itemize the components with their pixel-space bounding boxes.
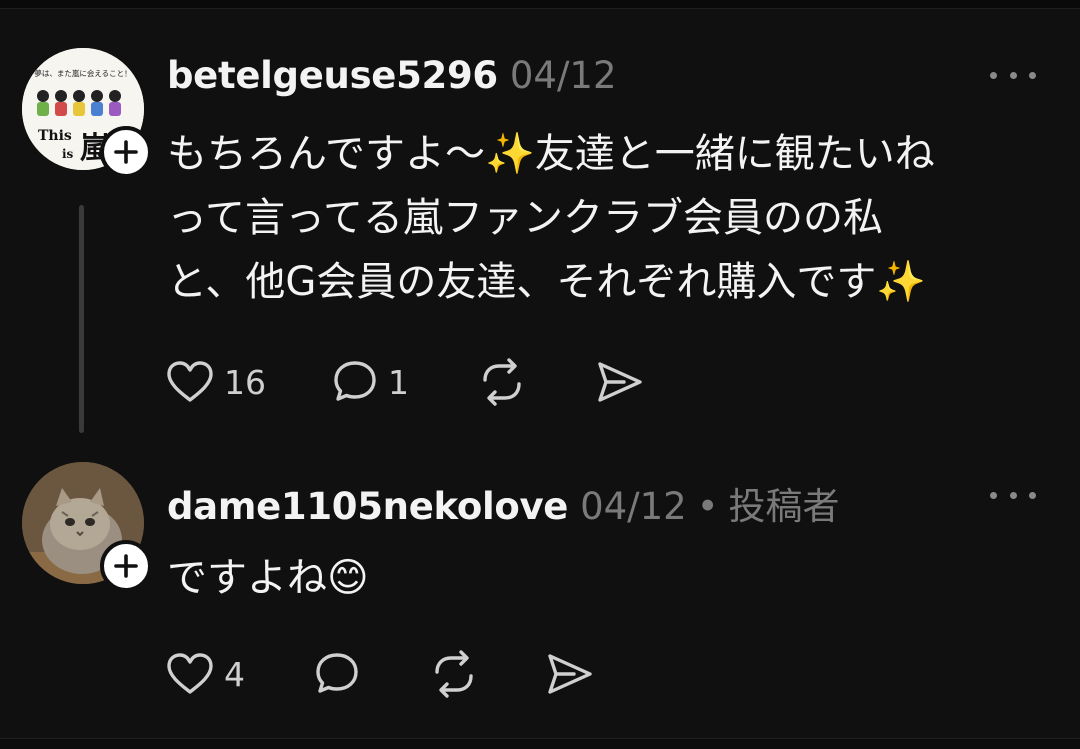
post-header: dame1105nekolove 04/12 • 投稿者 (167, 476, 840, 530)
like-count: 4 (224, 654, 245, 694)
repost-button[interactable] (476, 356, 528, 408)
svg-text:夢は、また嵐に会えること！: 夢は、また嵐に会えること！ (34, 68, 131, 78)
more-horizontal-icon[interactable] (990, 487, 1036, 503)
comment-icon (334, 361, 376, 401)
share-button[interactable] (544, 648, 596, 700)
reply-button[interactable]: 1 (330, 356, 409, 408)
timestamp: 04/12 (509, 54, 617, 97)
share-button[interactable] (594, 356, 646, 408)
post-text-line: って言ってる嵐ファンクラブ会員のの私 (167, 195, 883, 241)
comment-icon (316, 653, 358, 693)
repost-button[interactable] (428, 648, 480, 700)
heart-icon (167, 361, 213, 402)
author-label: 投稿者 (728, 485, 840, 528)
post-text: ですよね😊 (167, 546, 1047, 610)
svg-text:is: is (62, 147, 74, 161)
follow-button[interactable] (100, 126, 152, 178)
reply-button[interactable] (312, 648, 362, 700)
post-betelgeuse5296: 夢は、また嵐に会えること！ This is 嵐 betelgeuse5296 0… (0, 0, 1080, 440)
username[interactable]: betelgeuse5296 (167, 54, 498, 97)
timestamp: 04/12 (580, 485, 687, 528)
post-text-line: ですよね😊 (167, 555, 369, 601)
plus-icon (114, 140, 138, 164)
separator-dot: • (696, 485, 719, 528)
like-button[interactable]: 16 (164, 356, 266, 408)
follow-button[interactable] (100, 540, 152, 592)
more-horizontal-icon[interactable] (990, 67, 1036, 83)
post-text: もちろんですよ〜✨友達と一緒に観たいね って言ってる嵐ファンクラブ会員のの私 と… (167, 122, 1047, 314)
post-text-line: もちろんですよ〜✨友達と一緒に観たいね (167, 131, 935, 177)
send-icon (598, 362, 642, 402)
like-count: 16 (224, 362, 266, 402)
svg-text:This: This (38, 128, 72, 144)
repost-icon (483, 358, 521, 406)
heart-icon (167, 653, 213, 694)
send-icon (548, 654, 592, 694)
post-text-line: と、他G会員の友達、それぞれ購入です✨ (167, 259, 927, 305)
bottom-divider (0, 738, 1080, 749)
post-header: betelgeuse5296 04/12 (167, 54, 617, 97)
like-button[interactable]: 4 (164, 648, 245, 700)
repost-icon (435, 650, 473, 698)
username[interactable]: dame1105nekolove (167, 485, 568, 528)
thread-line (79, 205, 84, 433)
reply-count: 1 (388, 362, 409, 402)
plus-icon (114, 554, 138, 578)
post-dame1105nekolove: dame1105nekolove 04/12 • 投稿者 ですよね😊 4 (0, 440, 1080, 740)
